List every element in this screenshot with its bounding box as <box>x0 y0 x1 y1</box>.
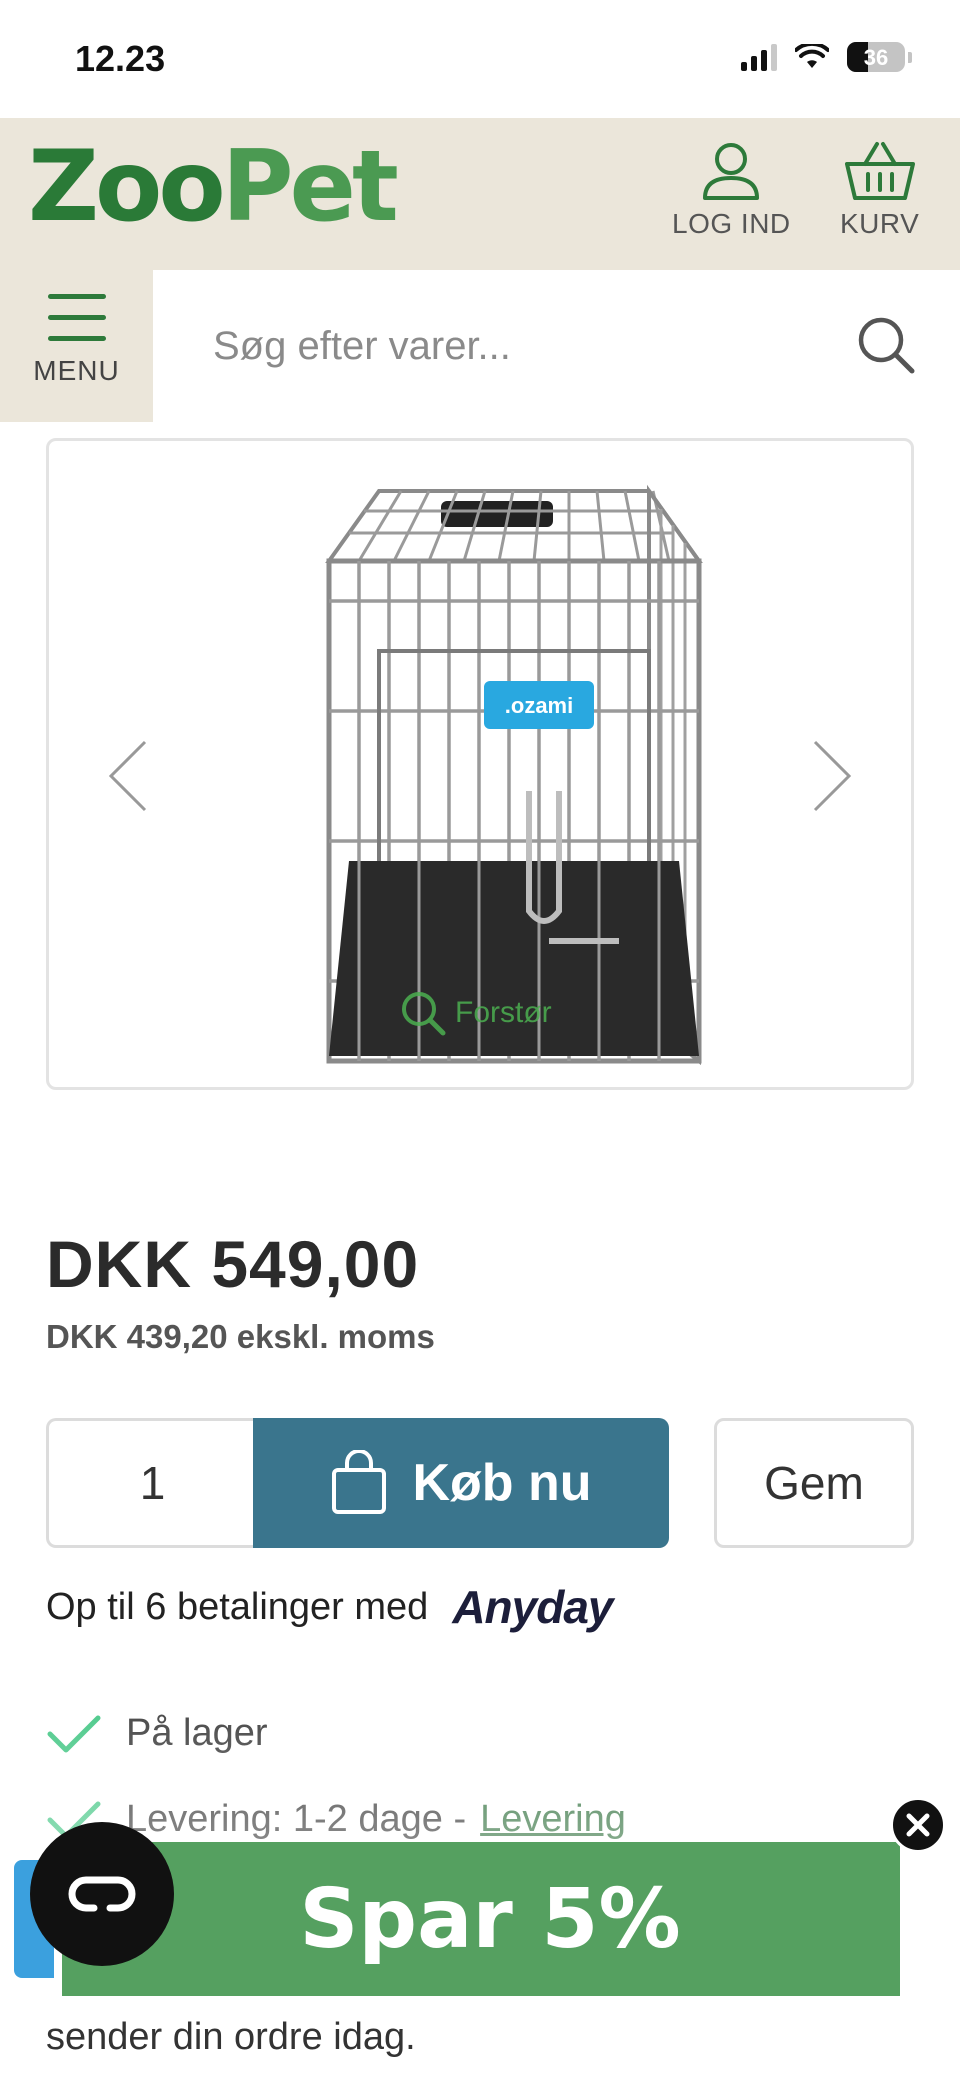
anyday-logo: Anyday <box>452 1581 613 1633</box>
buy-now-button[interactable]: Køb nu <box>253 1418 669 1548</box>
delivery-link[interactable]: Levering <box>480 1798 626 1841</box>
wifi-icon <box>795 44 829 68</box>
zoopet-logo[interactable]: ZooPet <box>28 138 399 236</box>
zoom-label: Forstør <box>455 996 552 1029</box>
quantity-input[interactable] <box>92 1456 213 1510</box>
status-icons: 36 <box>741 42 912 72</box>
basket-icon <box>844 142 915 200</box>
product-image-dog-cage: .ozami <box>325 484 703 1066</box>
login-button[interactable]: LOG IND <box>672 140 791 240</box>
chevron-left-icon <box>108 740 147 812</box>
hamburger-icon <box>47 294 106 357</box>
promo-label: Spar 5% <box>299 1871 681 1967</box>
installments-text: Op til 6 betalinger med <box>46 1585 429 1628</box>
order-dispatch-text: sender din ordre idag. <box>46 2016 416 2058</box>
carousel-prev-button[interactable] <box>97 731 157 821</box>
chat-icon <box>68 1876 136 1912</box>
status-time: 12.23 <box>75 38 166 79</box>
check-icon <box>47 1715 101 1752</box>
discount-promo-banner[interactable]: Spar 5% <box>62 1842 900 1996</box>
user-icon <box>703 143 760 200</box>
product-price: DKK 549,00 <box>46 1227 420 1301</box>
stock-status: På lager <box>46 1712 268 1755</box>
zoom-icon <box>402 992 446 1036</box>
installments-info: Op til 6 betalinger med Anyday <box>46 1580 614 1634</box>
logo-part-pet: Pet <box>221 130 399 244</box>
signal-icon <box>741 43 777 71</box>
search-icon[interactable] <box>855 314 917 376</box>
cart-label: KURV <box>840 208 920 239</box>
stock-label: På lager <box>126 1712 268 1754</box>
delivery-label: Levering: 1-2 dage - <box>126 1798 467 1840</box>
cart-button[interactable]: KURV <box>840 140 919 240</box>
battery-level: 36 <box>863 45 889 70</box>
zoom-button[interactable]: Forstør <box>399 989 552 1037</box>
product-price-ex-vat: DKK 439,20 ekskl. moms <box>46 1318 435 1355</box>
search-input[interactable] <box>153 270 960 422</box>
logo-part-zoo: Zoo <box>28 130 226 244</box>
menu-button[interactable]: MENU <box>0 270 153 422</box>
promo-close-button[interactable] <box>890 1797 946 1853</box>
site-header: ZooPet LOG IND KURV <box>0 118 960 270</box>
chevron-right-icon <box>813 740 852 812</box>
carousel-next-button[interactable] <box>803 731 863 821</box>
quantity-field-wrapper <box>46 1418 256 1548</box>
save-button[interactable]: Gem <box>714 1418 914 1548</box>
login-label: LOG IND <box>672 208 791 239</box>
battery-icon: 36 <box>847 42 905 72</box>
nav-row: MENU <box>0 270 960 422</box>
close-icon <box>906 1813 930 1837</box>
product-brand-badge: .ozami <box>505 693 573 718</box>
status-bar: 12.23 36 <box>0 0 960 118</box>
menu-label: MENU <box>33 355 120 386</box>
buy-now-label: Køb nu <box>412 1454 592 1512</box>
product-image-carousel[interactable]: .ozami Forstør <box>46 438 914 1090</box>
shopping-bag-icon <box>332 1450 387 1514</box>
chat-button[interactable] <box>30 1822 174 1966</box>
